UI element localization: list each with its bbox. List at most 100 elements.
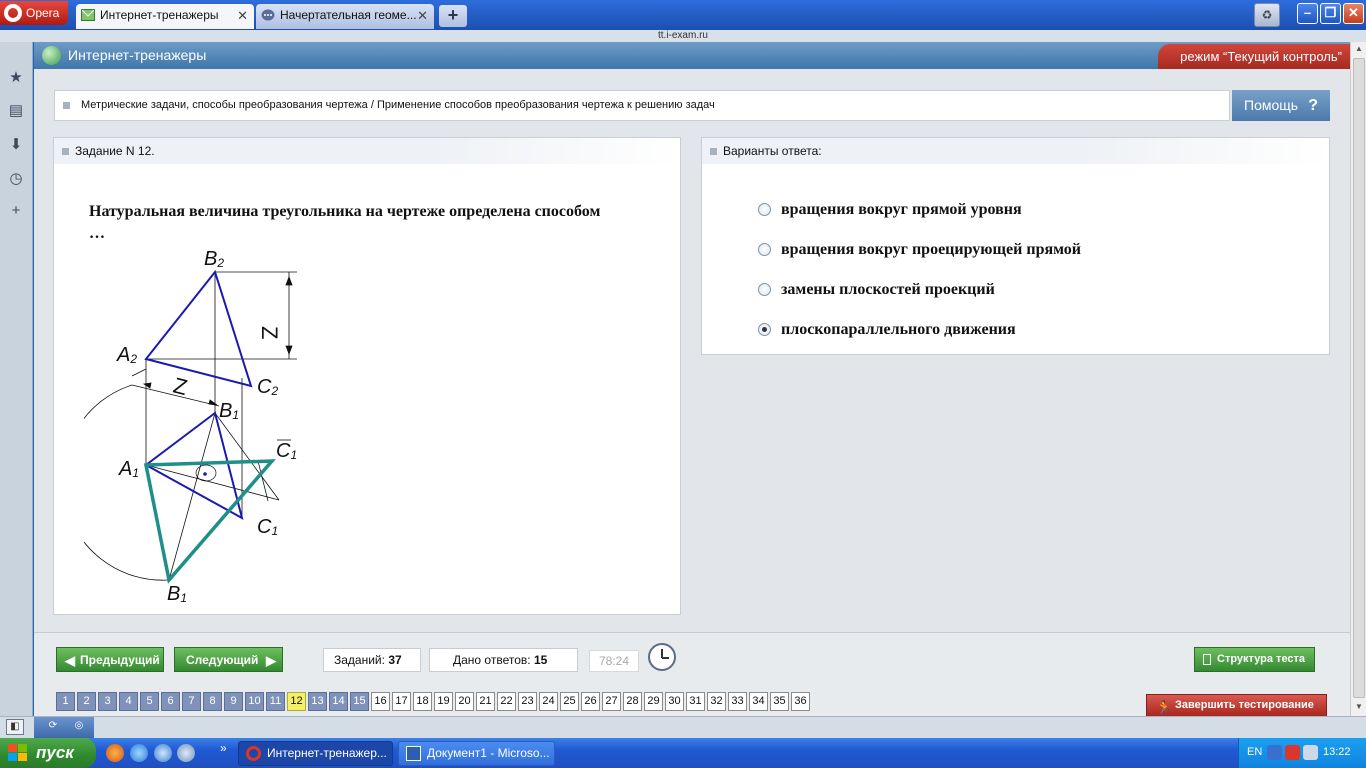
test-structure-button[interactable]: Структура теста <box>1194 647 1315 672</box>
question-number-button[interactable]: 24 <box>539 692 558 711</box>
quicklaunch-more-icon[interactable]: » <box>220 741 227 755</box>
question-number-button[interactable]: 29 <box>644 692 663 711</box>
geometry-figure: B2 A2 C2 B1 A1 C1 C1 B1 Z Z <box>84 248 297 605</box>
help-button[interactable]: Помощь ? <box>1232 90 1330 121</box>
opera-logo-icon <box>246 746 261 761</box>
question-number-button[interactable]: 27 <box>602 692 621 711</box>
finish-label: Завершить тестирование <box>1175 699 1314 711</box>
answer-option-4[interactable]: плоскопараллельного движения <box>758 320 1016 340</box>
arrow-left-icon: ◀ <box>65 653 75 668</box>
answer-option-3[interactable]: замены плоскостей проекций <box>758 280 995 300</box>
panel-toggle-icon[interactable]: ◧ <box>6 719 24 735</box>
document-icon <box>1203 654 1211 665</box>
question-number-button[interactable]: 14 <box>329 692 348 711</box>
close-tab-icon[interactable]: ✕ <box>237 4 248 27</box>
question-number-button[interactable]: 11 <box>266 692 285 711</box>
finish-test-button[interactable]: 🏃 Завершить тестирование <box>1146 694 1327 717</box>
history-icon[interactable]: ◷ <box>7 170 25 188</box>
answers-count-box: Дано ответов: 15 <box>429 648 578 672</box>
minimize-button[interactable]: – <box>1297 3 1318 24</box>
previous-button[interactable]: ◀ Предыдущий <box>56 647 164 672</box>
taskbar-item-internet-trainers[interactable]: Интернет-тренажер... <box>238 741 393 766</box>
add-panel-icon[interactable]: + <box>7 202 25 220</box>
close-tab-icon[interactable]: ✕ <box>417 4 428 27</box>
radio-button[interactable] <box>758 203 771 216</box>
close-window-button[interactable]: ✕ <box>1343 3 1364 24</box>
question-number-button[interactable]: 1 <box>56 692 75 711</box>
question-number-button[interactable]: 10 <box>245 692 264 711</box>
question-number-button[interactable]: 5 <box>140 692 159 711</box>
radio-button-selected[interactable] <box>758 323 771 336</box>
reload-icon[interactable]: ⟳ <box>44 719 62 735</box>
radio-button[interactable] <box>758 243 771 256</box>
label-b1: B1 <box>219 400 239 422</box>
volume-icon[interactable] <box>1303 745 1318 760</box>
downloads-icon[interactable]: ⬇ <box>7 136 25 154</box>
question-number-button[interactable]: 2 <box>77 692 96 711</box>
url-display[interactable]: tt.i-exam.ru <box>0 30 1366 42</box>
question-number-button[interactable]: 19 <box>434 692 453 711</box>
question-number-button[interactable]: 18 <box>413 692 432 711</box>
new-tab-button[interactable]: + <box>439 5 467 27</box>
radio-button[interactable] <box>758 283 771 296</box>
scroll-up-icon[interactable]: ▲ <box>1353 44 1365 56</box>
scroll-down-icon[interactable]: ▼ <box>1353 702 1365 714</box>
language-indicator[interactable]: EN <box>1247 746 1262 758</box>
system-tray: EN 13:22 <box>1238 738 1366 768</box>
question-number-button[interactable]: 35 <box>770 692 789 711</box>
turbo-icon[interactable]: ◎ <box>70 719 88 735</box>
question-number-button[interactable]: 26 <box>581 692 600 711</box>
question-number-button[interactable]: 20 <box>455 692 474 711</box>
question-number-button[interactable]: 36 <box>791 692 810 711</box>
label-z-diagonal: Z <box>171 373 190 401</box>
antivirus-icon[interactable] <box>1285 745 1300 760</box>
page-scrollbar[interactable]: ▲ ▼ <box>1350 42 1366 716</box>
network-icon[interactable] <box>1267 745 1282 760</box>
next-button[interactable]: Следующий ▶ <box>174 647 283 672</box>
answers-header: Варианты ответа: <box>702 138 1329 164</box>
question-number-button[interactable]: 21 <box>476 692 495 711</box>
answer-option-1[interactable]: вращения вокруг прямой уровня <box>758 200 1022 220</box>
clock-time: 13:22 <box>1323 746 1351 758</box>
messenger-icon[interactable] <box>154 744 172 762</box>
windows-logo-icon <box>8 744 28 762</box>
question-number-button[interactable]: 25 <box>560 692 579 711</box>
question-number-button[interactable]: 17 <box>392 692 411 711</box>
question-number-button[interactable]: 28 <box>623 692 642 711</box>
chat-bubble-icon <box>261 9 275 21</box>
question-number-button[interactable]: 13 <box>308 692 327 711</box>
question-number-button[interactable]: 32 <box>707 692 726 711</box>
question-number-button[interactable]: 16 <box>371 692 390 711</box>
tab-internet-trainers[interactable]: Интернет-тренажеры ✕ <box>76 4 254 29</box>
question-number-button[interactable]: 15 <box>350 692 369 711</box>
question-number-button[interactable]: 6 <box>161 692 180 711</box>
ie-icon[interactable] <box>130 744 148 762</box>
bookmarks-icon[interactable]: ★ <box>7 69 25 87</box>
opera-menu-button[interactable]: Opera <box>0 1 68 25</box>
question-number-button[interactable]: 22 <box>497 692 516 711</box>
firefox-icon[interactable] <box>106 744 124 762</box>
answer-option-2[interactable]: вращения вокруг проецирующей прямой <box>758 240 1081 260</box>
question-number-button[interactable]: 12 <box>287 692 306 711</box>
restore-button[interactable]: ❐ <box>1320 3 1341 24</box>
scroll-thumb[interactable] <box>1353 58 1365 698</box>
media-icon[interactable] <box>177 744 195 762</box>
start-button[interactable]: пуск <box>0 738 96 768</box>
question-number-button[interactable]: 30 <box>665 692 684 711</box>
question-number-button[interactable]: 33 <box>728 692 747 711</box>
tab-descriptive-geometry[interactable]: Начертательная геоме... ✕ <box>256 4 434 29</box>
question-number-button[interactable]: 34 <box>749 692 768 711</box>
notes-icon[interactable]: ▤ <box>7 102 25 120</box>
taskbar-item-document[interactable]: Документ1 - Microso... <box>398 741 555 766</box>
trash-icon[interactable]: ♻ <box>1254 3 1280 27</box>
bullet-square-icon <box>710 148 717 155</box>
question-number-button[interactable]: 4 <box>119 692 138 711</box>
question-number-button[interactable]: 8 <box>203 692 222 711</box>
clock-icon[interactable] <box>648 643 676 671</box>
question-number-button[interactable]: 7 <box>182 692 201 711</box>
question-number-button[interactable]: 9 <box>224 692 243 711</box>
help-label: Помощь <box>1244 97 1299 113</box>
question-number-button[interactable]: 31 <box>686 692 705 711</box>
question-number-button[interactable]: 23 <box>518 692 537 711</box>
question-number-button[interactable]: 3 <box>98 692 117 711</box>
